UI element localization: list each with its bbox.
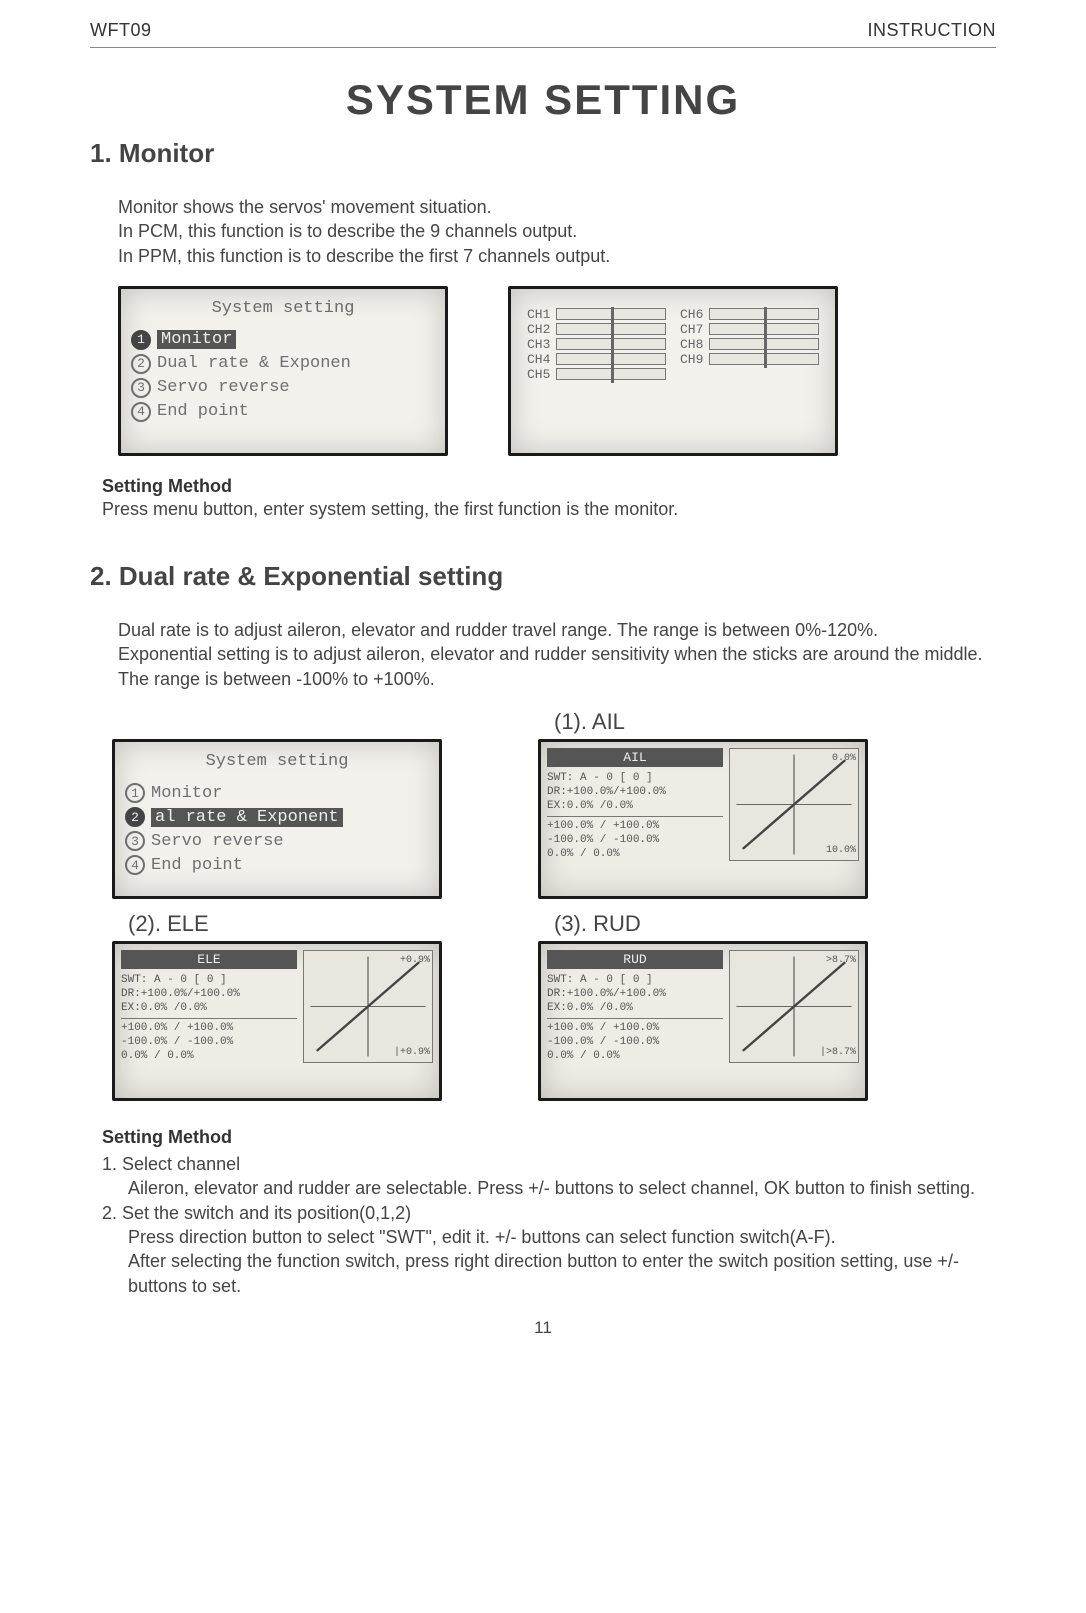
- lcd-ail: AIL SWT: A - 0 [ 0 ] DR:+100.0%/+100.0% …: [538, 739, 868, 899]
- ele-graph: +0.9% |+0.9%: [303, 950, 433, 1063]
- section-2-line-2: Exponential setting is to adjust aileron…: [118, 642, 996, 691]
- section-1-line-3: In PPM, this function is to describe the…: [118, 244, 996, 268]
- menu-txt-3: Servo reverse: [157, 378, 290, 397]
- section-1-method-text: Press menu button, enter system setting,…: [102, 497, 996, 521]
- section-2-screens: System setting 1 Monitor 2 al rate & Exp…: [112, 709, 996, 1101]
- lcd-channels: CH1 CH2 CH3 CH4 CH5 CH6 CH7 CH8 CH9: [508, 286, 838, 456]
- section-1-heading: 1. Monitor: [90, 138, 996, 169]
- method-step-2b: After selecting the function switch, pre…: [128, 1249, 996, 1298]
- channel-9: CH9: [680, 352, 819, 367]
- section-1-screens: System setting 1 Monitor 2 Dual rate & E…: [118, 286, 996, 456]
- header-doc-type: INSTRUCTION: [868, 20, 997, 41]
- menu-item-servorev: 3 Servo reverse: [131, 376, 435, 400]
- ail-tab: AIL: [547, 748, 723, 767]
- method-step-2a: Press direction button to select "SWT", …: [128, 1225, 996, 1249]
- lcd-rud: RUD SWT: A - 0 [ 0 ] DR:+100.0%/+100.0% …: [538, 941, 868, 1101]
- channel-3: CH3: [527, 337, 666, 352]
- ail-graph: 0.0% 10.0%: [729, 748, 859, 861]
- section-2-method-heading: Setting Method: [102, 1127, 996, 1148]
- section-1-method-heading: Setting Method: [102, 476, 996, 497]
- lcd-menu-title-2: System setting: [125, 752, 429, 771]
- cell-rud: (3). RUD RUD SWT: A - 0 [ 0 ] DR:+100.0%…: [538, 911, 918, 1101]
- channel-4: CH4: [527, 352, 666, 367]
- section-2-method-list: 1. Select channel Aileron, elevator and …: [102, 1152, 996, 1298]
- channel-5: CH5: [527, 367, 666, 382]
- cell-system-menu: System setting 1 Monitor 2 al rate & Exp…: [112, 739, 492, 899]
- menu-item-endpoint: 4 End point: [131, 400, 435, 424]
- method-step-1: 1. Select channel: [102, 1152, 996, 1176]
- menu-txt-1: Monitor: [157, 330, 236, 349]
- rud-tab: RUD: [547, 950, 723, 969]
- section-2-heading: 2. Dual rate & Exponential setting: [90, 561, 996, 592]
- page-header: WFT09 INSTRUCTION: [90, 20, 996, 48]
- section-1-line-1: Monitor shows the servos' movement situa…: [118, 195, 996, 219]
- channel-7: CH7: [680, 322, 819, 337]
- menu2-item-endpoint: 4 End point: [125, 853, 429, 877]
- menu2-item-monitor: 1 Monitor: [125, 781, 429, 805]
- menu-txt-2: Dual rate & Exponen: [157, 354, 351, 373]
- menu-num-2: 2: [131, 354, 151, 374]
- menu2-item-dualrate: 2 al rate & Exponent: [125, 805, 429, 829]
- section-2-intro: Dual rate is to adjust aileron, elevator…: [118, 618, 996, 691]
- ele-tab: ELE: [121, 950, 297, 969]
- menu-item-monitor: 1 Monitor: [131, 328, 435, 352]
- menu-num-3: 3: [131, 378, 151, 398]
- cell-ele: (2). ELE ELE SWT: A - 0 [ 0 ] DR:+100.0%…: [112, 911, 492, 1101]
- cell-ail: (1). AIL AIL SWT: A - 0 [ 0 ] DR:+100.0%…: [538, 709, 918, 899]
- method-step-1a: Aileron, elevator and rudder are selecta…: [128, 1176, 996, 1200]
- menu-item-dualrate: 2 Dual rate & Exponen: [131, 352, 435, 376]
- menu-num-4: 4: [131, 402, 151, 422]
- label-ail: (1). AIL: [554, 709, 918, 735]
- header-model: WFT09: [90, 20, 152, 41]
- menu2-item-servorev: 3 Servo reverse: [125, 829, 429, 853]
- lcd-system-menu-2: System setting 1 Monitor 2 al rate & Exp…: [112, 739, 442, 899]
- menu-txt-4: End point: [157, 402, 249, 421]
- method-step-2: 2. Set the switch and its position(0,1,2…: [102, 1201, 996, 1225]
- channel-6: CH6: [680, 307, 819, 322]
- section-2-line-1: Dual rate is to adjust aileron, elevator…: [118, 618, 996, 642]
- label-rud: (3). RUD: [554, 911, 918, 937]
- channel-8: CH8: [680, 337, 819, 352]
- label-ele: (2). ELE: [128, 911, 492, 937]
- lcd-menu-title: System setting: [131, 299, 435, 318]
- channel-2: CH2: [527, 322, 666, 337]
- section-1-intro: Monitor shows the servos' movement situa…: [118, 195, 996, 268]
- section-1-line-2: In PCM, this function is to describe the…: [118, 219, 996, 243]
- menu-num-1: 1: [131, 330, 151, 350]
- page-number: 11: [90, 1318, 996, 1338]
- rud-graph: >8.7% |>8.7%: [729, 950, 859, 1063]
- lcd-ele: ELE SWT: A - 0 [ 0 ] DR:+100.0%/+100.0% …: [112, 941, 442, 1101]
- channel-1: CH1: [527, 307, 666, 322]
- lcd-system-menu: System setting 1 Monitor 2 Dual rate & E…: [118, 286, 448, 456]
- page-title: SYSTEM SETTING: [90, 76, 996, 124]
